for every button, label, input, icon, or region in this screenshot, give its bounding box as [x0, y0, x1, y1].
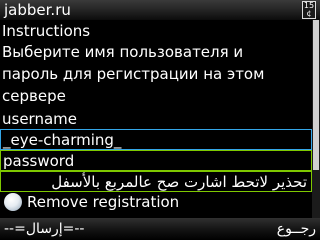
input-mode-bottom: ¢ — [306, 9, 312, 18]
remove-registration-label[interactable]: Remove registration — [27, 191, 179, 213]
softkey-bar: --=إرسال=-- رجــوع — [0, 218, 320, 240]
password-field[interactable]: تحذير لاتحط اشارت صح عالمربع بالأسفل — [0, 171, 312, 192]
registration-form: Instructions Выберите имя пользователя и… — [0, 20, 312, 218]
input-mode-indicator-icon: 15 ¢ — [302, 1, 316, 19]
send-softkey[interactable]: --=إرسال=-- — [4, 220, 85, 238]
scrollbar[interactable] — [312, 20, 320, 218]
back-softkey[interactable]: رجــوع — [277, 220, 316, 238]
username-label: username — [2, 110, 77, 128]
remove-registration-checkbox[interactable] — [4, 193, 22, 211]
username-field[interactable]: _eye-charming_ — [0, 129, 312, 150]
username-value: _eye-charming_ — [3, 131, 122, 149]
instructions-text-line-1: Выберите имя пользователя и — [2, 43, 244, 61]
window-title: jabber.ru — [4, 1, 71, 19]
instructions-label: Instructions — [2, 22, 91, 40]
instructions-text-line-3: сервере — [2, 87, 66, 105]
title-bar: jabber.ru 15 ¢ — [0, 0, 320, 20]
password-label-row: password — [0, 150, 312, 171]
instructions-text-line-2: пароль для регистрации на этом — [2, 65, 265, 83]
scrollbar-thumb[interactable] — [313, 20, 319, 170]
password-value: تحذير لاتحط اشارت صح عالمربع بالأسفل — [51, 173, 307, 191]
password-label: password — [3, 152, 75, 170]
